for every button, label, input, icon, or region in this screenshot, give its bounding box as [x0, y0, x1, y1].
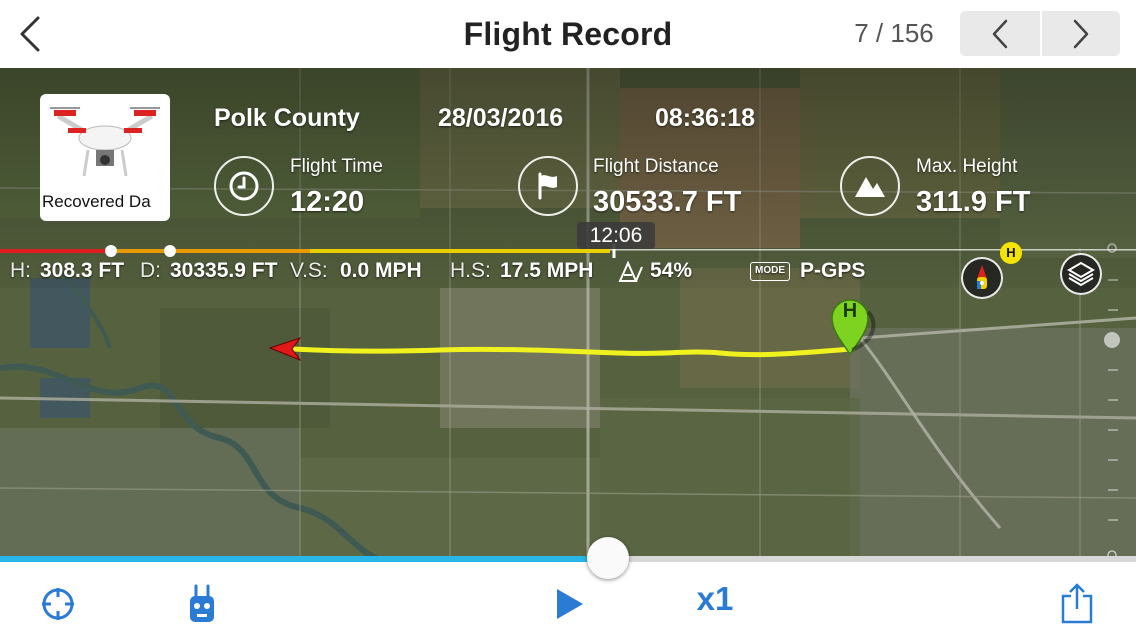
home-pin-label: H [842, 300, 858, 322]
compass-button[interactable] [961, 257, 1003, 299]
playback-speed-button[interactable]: x1 [690, 580, 740, 618]
flight-mode-value: P-GPS [800, 259, 866, 282]
compass-home-badge: H [1000, 242, 1022, 264]
distance-label: D: [140, 259, 161, 282]
drone-image [50, 107, 160, 177]
map-layers-button[interactable] [1060, 253, 1102, 295]
remote-controller-button[interactable] [184, 582, 220, 626]
flight-time-value: 12:20 [290, 186, 365, 218]
height-value: 308.3 FT [40, 259, 125, 282]
mode-tag: MODE [750, 262, 790, 281]
header-bar: Flight Record 7 / 156 [0, 0, 1136, 68]
flag-icon [538, 172, 557, 200]
flight-distance-label: Flight Distance [593, 156, 719, 177]
clock-icon [229, 171, 259, 201]
layers-icon [1067, 261, 1095, 287]
telemetry-row: H: 308.3 FT D: 30335.9 FT V.S: 0.0 MPH H… [10, 259, 890, 287]
bottom-toolbar [0, 560, 1136, 640]
record-counter: 7 / 156 [854, 18, 934, 48]
flight-time-label: Flight Time [290, 156, 383, 177]
flight-path-layer [0, 244, 1136, 362]
previous-record-button[interactable] [960, 11, 1040, 56]
share-icon [1061, 583, 1093, 624]
timeline-time-badge: 12:06 [577, 222, 655, 249]
timeline-segment-orange [110, 249, 310, 253]
timeline-remaining [610, 249, 1136, 251]
compass-icon [977, 265, 987, 289]
playback-progress-fill [0, 556, 608, 562]
height-label: H: [10, 259, 31, 282]
battery-icon [618, 261, 643, 282]
playback-progress-slider[interactable] [0, 537, 1136, 579]
max-height-label: Max. Height [916, 156, 1018, 177]
mountain-icon [855, 177, 885, 197]
remote-controller-icon [190, 584, 214, 622]
max-height-value: 311.9 FT [916, 186, 1031, 218]
flight-time-badge [214, 156, 274, 216]
drone-thumbnail: Recovered Da [40, 94, 170, 221]
timeline-marker [105, 245, 117, 257]
time-text: 08:36:18 [655, 104, 756, 132]
play-icon [557, 589, 583, 619]
next-record-button[interactable] [1040, 11, 1120, 56]
date-text: 28/03/2016 [438, 104, 564, 132]
thumbnail-label: Recovered Da [42, 192, 151, 211]
vertical-speed-value: 0.0 MPH [340, 259, 422, 282]
max-height-badge [840, 156, 900, 216]
playback-progress-handle[interactable] [586, 537, 629, 579]
crosshair-icon [42, 588, 74, 620]
battery-value: 54% [650, 259, 693, 282]
distance-value: 30335.9 FT [170, 259, 278, 282]
flight-map[interactable]: H Recovered Da Polk County 28/03/2016 08… [0, 68, 1136, 560]
chevron-left-icon [992, 19, 1008, 48]
timeline-marker [164, 245, 176, 257]
back-button[interactable] [14, 14, 48, 54]
play-button[interactable] [548, 584, 588, 624]
timeline-segment-red [0, 249, 110, 253]
locate-button[interactable] [38, 584, 78, 624]
flight-path [289, 346, 855, 358]
flight-distance-badge [518, 156, 578, 216]
horizontal-speed-label: H.S: [450, 259, 491, 282]
chevron-right-icon [1073, 19, 1089, 48]
record-pager [960, 11, 1120, 56]
flight-distance-value: 30533.7 FT [593, 186, 742, 218]
location-text: Polk County [214, 104, 360, 132]
share-button[interactable] [1056, 580, 1098, 626]
vertical-speed-label: V.S: [290, 259, 328, 282]
horizontal-speed-value: 17.5 MPH [500, 259, 594, 282]
flight-record-screen: Flight Record 7 / 156 H Recovered Da Pol… [0, 0, 1136, 640]
chevron-left-icon [20, 16, 40, 52]
